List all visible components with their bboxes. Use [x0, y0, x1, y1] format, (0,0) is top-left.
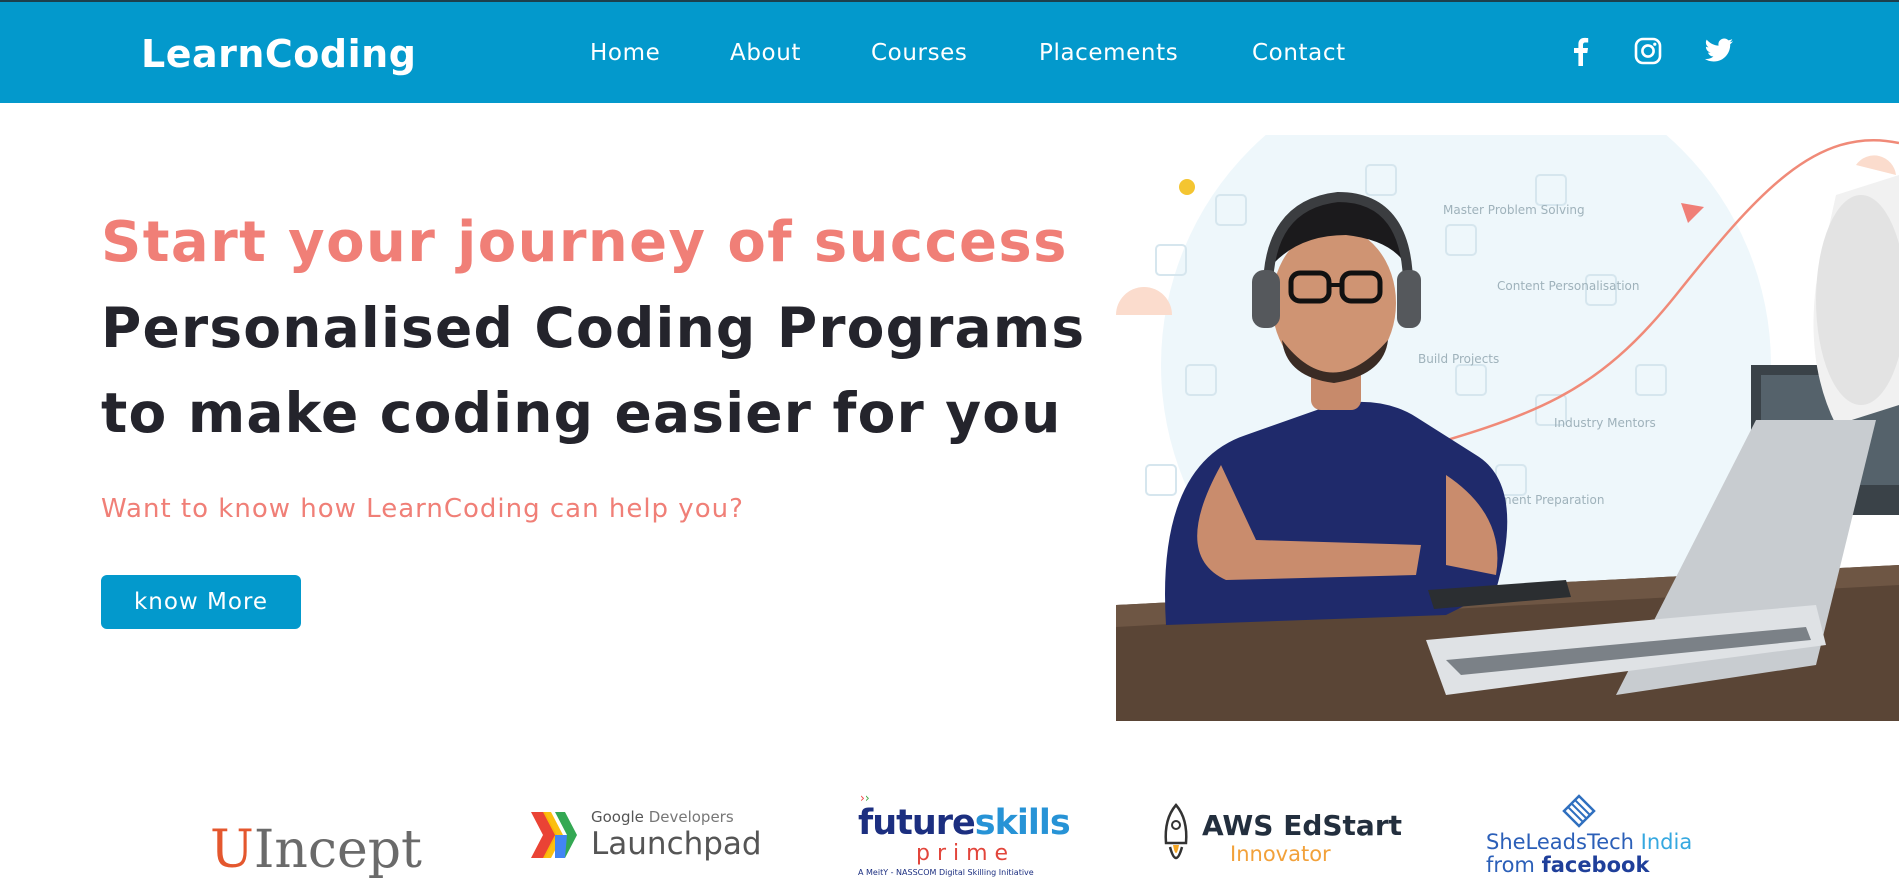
nav-contact[interactable]: Contact [1252, 40, 1346, 66]
label-build-projects: Build Projects [1418, 352, 1499, 366]
futureskills-logo: ›› futureskills p r i m e A MeitY - NASS… [858, 791, 1071, 877]
navbar: LearnCoding Home About Courses Placement… [0, 0, 1899, 103]
know-more-button[interactable]: know More [101, 575, 301, 629]
instagram-icon[interactable] [1631, 34, 1665, 68]
sheleadstech-mark-icon [1562, 794, 1596, 828]
twitter-icon[interactable] [1702, 34, 1736, 68]
rocket-icon [1164, 802, 1188, 859]
hero-subtext: Want to know how LearnCoding can help yo… [101, 494, 744, 524]
aws-edstart-logo: AWS EdStart Innovator [1160, 800, 1402, 875]
nav-about[interactable]: About [730, 40, 801, 66]
nav-courses[interactable]: Courses [871, 40, 967, 66]
nav-placements[interactable]: Placements [1039, 40, 1178, 66]
uincept-logo: U Incept [210, 820, 422, 880]
site-logo[interactable]: LearnCoding [141, 32, 416, 76]
sheleadstech-logo: SheLeadsTech India from facebook [1486, 794, 1692, 879]
launchpad-chevron-icon [531, 812, 577, 858]
label-master-problem-solving: Master Problem Solving [1443, 203, 1585, 217]
google-launchpad-logo: Google Developers Launchpad [531, 800, 762, 870]
label-industry-mentors: Industry Mentors [1554, 416, 1656, 430]
nav-home[interactable]: Home [590, 40, 660, 66]
facebook-icon[interactable] [1563, 34, 1597, 68]
hero-image: Master Problem Solving Content Personali… [1116, 135, 1899, 721]
label-content-personalisation: Content Personalisation [1497, 279, 1639, 293]
hero-line-3: to make coding easier for you [101, 381, 1062, 445]
hero-line-2: Personalised Coding Programs [101, 296, 1086, 360]
hero-headline: Start your journey of success [101, 210, 1068, 275]
